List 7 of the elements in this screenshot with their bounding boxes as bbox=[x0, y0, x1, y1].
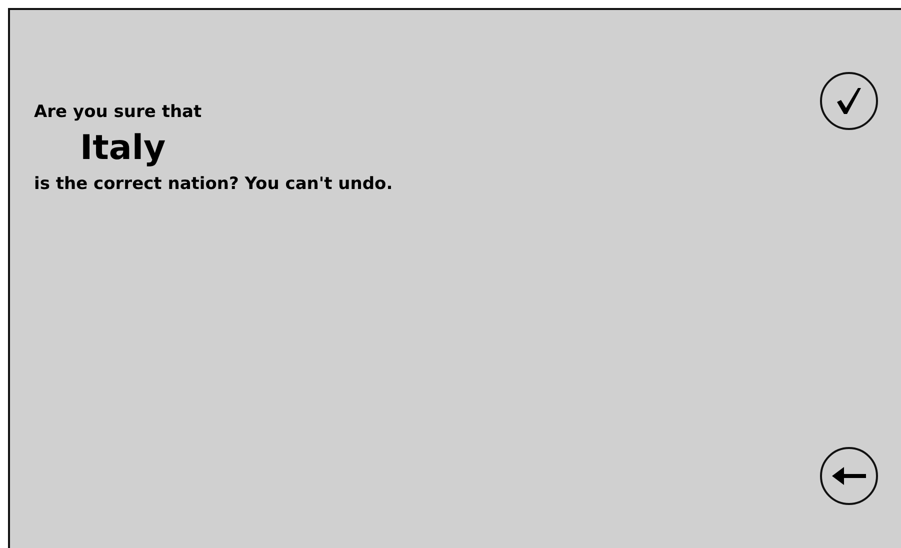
prompt-text: Are you sure that bbox=[34, 102, 203, 122]
confirm-button[interactable] bbox=[820, 72, 878, 130]
back-arrow-icon bbox=[832, 467, 866, 485]
check-icon bbox=[836, 87, 862, 115]
question-text: is the correct nation? You can't undo. bbox=[34, 174, 393, 194]
nation-name: Italy bbox=[80, 128, 167, 168]
back-button[interactable] bbox=[820, 447, 878, 505]
